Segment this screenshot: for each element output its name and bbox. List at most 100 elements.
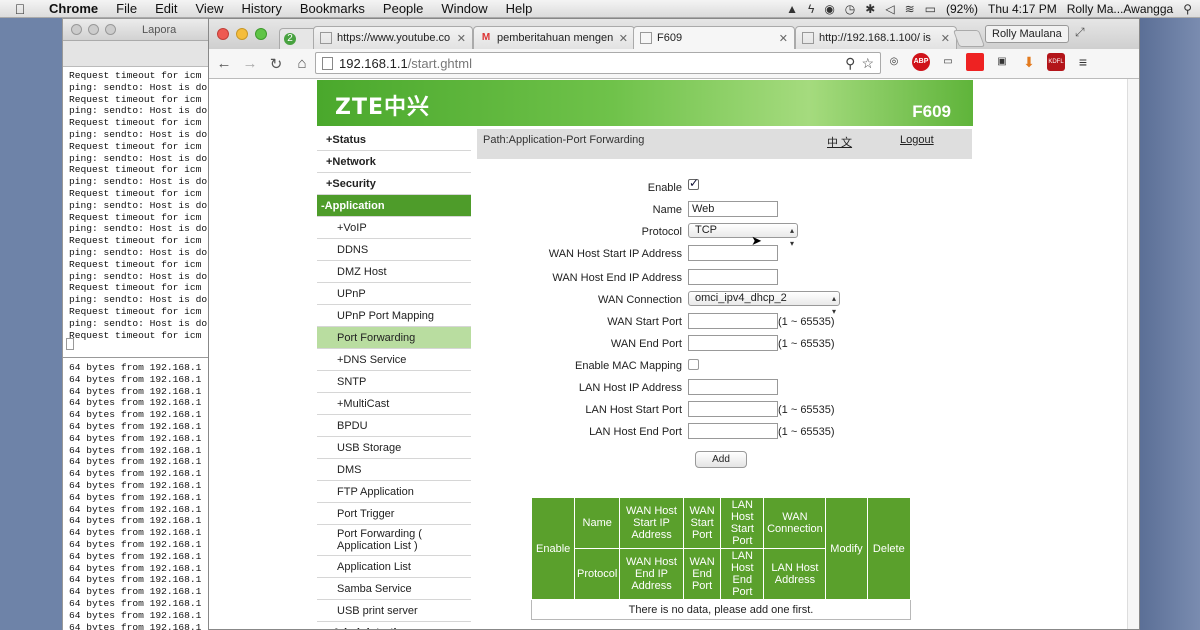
add-button[interactable]: Add [695, 451, 747, 468]
menu-item-dns-service[interactable]: +DNS Service [317, 349, 471, 371]
tab-youtube[interactable]: https://www.youtube.co ✕ [313, 26, 473, 49]
menu-item-upnp-port-mapping[interactable]: UPnP Port Mapping [317, 305, 471, 327]
menu-item-application-list[interactable]: Application List [317, 556, 471, 578]
enable-checkbox[interactable]: ✓ [688, 176, 699, 190]
chrome-menu-icon[interactable]: ≡ [1074, 53, 1092, 71]
new-tab-button[interactable] [952, 30, 986, 47]
language-link[interactable]: 中 文 [827, 134, 852, 150]
kdfl-extension-icon[interactable]: KDFL [1047, 53, 1065, 71]
download-icon[interactable]: ⬇ [1020, 53, 1038, 71]
menu-item-ddns[interactable]: DDNS [317, 239, 471, 261]
wan-host-end-input[interactable] [688, 269, 778, 285]
address-bar[interactable]: 192.168.1.1 /start.ghtml ⚲ ☆ [315, 52, 881, 74]
wifi-icon[interactable]: ≋ [905, 2, 915, 16]
menu-window[interactable]: Window [432, 1, 496, 16]
bookmark-star-icon[interactable]: ☆ [861, 55, 874, 72]
page-scrollbar[interactable] [1127, 79, 1139, 629]
name-input[interactable]: Web [688, 201, 778, 217]
menu-item-usb-print-server[interactable]: USB print server [317, 600, 471, 622]
tab-gmail[interactable]: M pemberitahuan mengena ✕ [473, 26, 635, 49]
terminal-window[interactable]: Lapora Request timeout for icm ping: send… [62, 18, 212, 358]
reload-icon[interactable]: ↻ [265, 55, 287, 73]
menu-item-port-forwarding[interactable]: Port Forwarding [317, 327, 471, 349]
menu-item-bpdu[interactable]: BPDU [317, 415, 471, 437]
menu-app-chrome[interactable]: Chrome [40, 1, 107, 16]
wan-host-start-input[interactable] [688, 245, 778, 261]
page-info-icon[interactable] [322, 56, 333, 70]
profile-button[interactable]: Rolly Maulana [985, 25, 1069, 43]
menu-file[interactable]: File [107, 1, 146, 16]
menu-item-ftp-application[interactable]: FTP Application [317, 481, 471, 503]
wan-start-port-input[interactable] [688, 313, 778, 329]
menu-bookmarks[interactable]: Bookmarks [291, 1, 374, 16]
menu-history[interactable]: History [232, 1, 290, 16]
mac-mapping-checkbox[interactable] [688, 359, 699, 370]
logout-link[interactable]: Logout [900, 134, 934, 146]
menu-item-security[interactable]: +Security [317, 173, 471, 195]
zoom-window-icon[interactable] [255, 28, 267, 40]
user-name[interactable]: Rolly Ma...Awangga [1067, 2, 1174, 16]
menu-help[interactable]: Help [497, 1, 542, 16]
menu-item-port-forwarding-application-list[interactable]: Port Forwarding ( Application List ) [317, 525, 471, 556]
lan-host-end-input[interactable] [688, 423, 778, 439]
upload-icon[interactable]: ▲ [786, 2, 798, 16]
protocol-select[interactable]: TCP ▴ ▾ [688, 223, 798, 248]
menu-item-dms[interactable]: DMS [317, 459, 471, 481]
lock-icon[interactable]: ◉ [824, 2, 834, 16]
adblock-plus-icon[interactable]: ABP [912, 53, 930, 71]
menu-item-port-trigger[interactable]: Port Trigger [317, 503, 471, 525]
menu-item-network[interactable]: +Network [317, 151, 471, 173]
close-window-icon[interactable] [217, 28, 229, 40]
terminal-line: 64 bytes from 192.168.1 [69, 621, 202, 630]
tab-router-100[interactable]: http://192.168.1.100/ is ✕ [795, 26, 957, 49]
spotlight-search-icon[interactable]: ⚲ [1183, 2, 1192, 16]
minimize-window-icon[interactable] [236, 28, 248, 40]
menu-item-status[interactable]: +Status [317, 129, 471, 151]
battery-icon[interactable]: ▭ [925, 2, 936, 16]
close-tab-icon[interactable]: ✕ [619, 32, 628, 45]
bolt-icon[interactable]: ϟ [808, 2, 814, 16]
menu-item-upnp[interactable]: UPnP [317, 283, 471, 305]
close-tab-icon[interactable]: ✕ [941, 32, 950, 45]
extension-globe-icon[interactable]: ◎ [885, 53, 903, 71]
home-icon[interactable]: ⌂ [291, 55, 313, 72]
fullscreen-icon[interactable]: ⤢ [1075, 25, 1085, 40]
bluetooth-icon[interactable]: ✱ [865, 2, 875, 16]
wan-connection-select[interactable]: omci_ipv4_dhcp_2 ▴ ▾ [688, 291, 840, 316]
terminal-scroll-marker[interactable] [66, 338, 74, 350]
wan-end-port-input[interactable] [688, 335, 778, 351]
lan-host-start-input[interactable] [688, 401, 778, 417]
screenshot-icon[interactable]: ▣ [993, 53, 1011, 71]
record-icon[interactable] [966, 53, 984, 71]
tab-f609[interactable]: F609 ✕ [633, 26, 795, 49]
menu-item-multicast[interactable]: +MultiCast [317, 393, 471, 415]
menu-people[interactable]: People [374, 1, 432, 16]
back-icon[interactable]: ← [213, 55, 235, 72]
menu-view[interactable]: View [186, 1, 232, 16]
menu-item-voip[interactable]: +VoIP [317, 217, 471, 239]
terminal-tab-title[interactable]: Lapora [142, 24, 176, 36]
forward-icon[interactable]: → [239, 55, 261, 72]
volume-icon[interactable]: ◁ [885, 2, 894, 16]
page-settings-icon[interactable]: ⚲ [845, 55, 855, 72]
minimize-icon[interactable] [88, 24, 99, 35]
menu-item-samba-service[interactable]: Samba Service [317, 578, 471, 600]
menu-item-usb-storage[interactable]: USB Storage [317, 437, 471, 459]
zoom-icon[interactable] [105, 24, 116, 35]
menu-item-sntp[interactable]: SNTP [317, 371, 471, 393]
cast-icon[interactable]: ▭ [939, 53, 957, 71]
clock-icon[interactable]: ◷ [845, 2, 855, 16]
close-tab-icon[interactable]: ✕ [779, 32, 788, 45]
lan-host-ip-input[interactable] [688, 379, 778, 395]
close-tab-icon[interactable]: ✕ [457, 32, 466, 45]
terminal-titlebar[interactable]: Lapora [63, 19, 211, 41]
terminal-line: 64 bytes from 192.168.1 [69, 432, 202, 444]
close-icon[interactable] [71, 24, 82, 35]
clock-text[interactable]: Thu 4:17 PM [988, 2, 1057, 16]
terminal-window-2[interactable]: 64 bytes from 192.168.1 64 bytes from 192… [62, 358, 212, 630]
apple-icon[interactable]:  [0, 1, 40, 17]
menu-edit[interactable]: Edit [146, 1, 186, 16]
menu-item-dmz-host[interactable]: DMZ Host [317, 261, 471, 283]
menu-item-administration[interactable]: +Administration [317, 622, 471, 629]
menu-item-application[interactable]: -Application [317, 195, 471, 217]
